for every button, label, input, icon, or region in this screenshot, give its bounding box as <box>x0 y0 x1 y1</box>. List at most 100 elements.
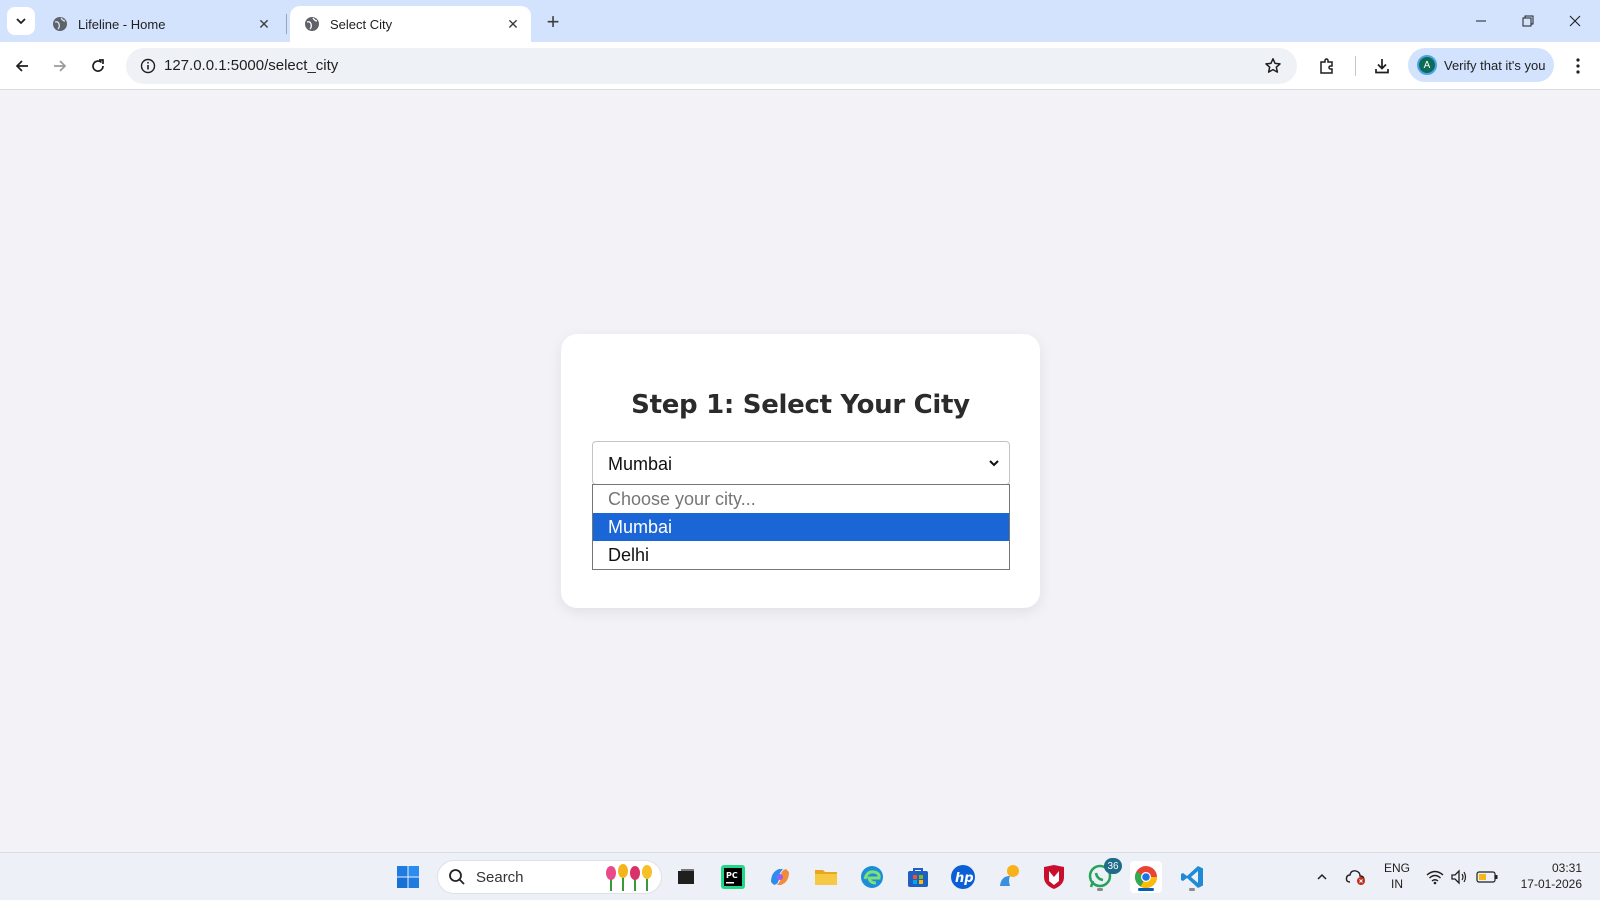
region-code: IN <box>1391 877 1403 891</box>
city-selection-card: Step 1: Select Your City Mumbai Choose y… <box>561 334 1040 608</box>
reload-button[interactable] <box>84 52 112 80</box>
forward-button[interactable] <box>46 52 74 80</box>
tab-search-button[interactable] <box>7 7 35 35</box>
option-delhi[interactable]: Delhi <box>593 541 1009 569</box>
notification-badge: 36 <box>1104 858 1122 874</box>
verify-label: Verify that it's you <box>1444 57 1546 73</box>
copilot-icon <box>771 869 789 885</box>
restore-button[interactable] <box>1505 6 1551 36</box>
bookmark-star-icon[interactable] <box>1261 54 1285 78</box>
tulips-icon <box>603 863 655 891</box>
close-window-button[interactable] <box>1552 6 1598 36</box>
start-button[interactable] <box>392 861 424 893</box>
battery-status[interactable] <box>1474 861 1500 893</box>
pycharm-app[interactable]: PC <box>717 861 749 893</box>
profile-verify-button[interactable]: A Verify that it's you <box>1408 48 1554 82</box>
option-mumbai[interactable]: Mumbai <box>593 513 1009 541</box>
tab-title: Select City <box>330 16 393 32</box>
site-info-icon[interactable] <box>134 52 162 80</box>
arrow-right-icon <box>54 60 67 72</box>
close-icon <box>1569 15 1581 27</box>
edge-app[interactable] <box>856 861 888 893</box>
arrow-left-icon <box>15 60 28 72</box>
toolbar-divider <box>1355 56 1356 76</box>
back-button[interactable] <box>8 52 36 80</box>
globe-icon <box>304 16 320 32</box>
new-tab-button[interactable]: + <box>540 9 566 35</box>
minimize-icon <box>1476 20 1486 22</box>
city-options-list: Choose your city... Mumbai Delhi <box>592 484 1010 570</box>
whatsapp-app[interactable]: 36 <box>1084 858 1122 893</box>
download-icon <box>1375 59 1389 74</box>
windows-logo-icon <box>397 866 419 888</box>
close-tab-icon[interactable]: ✕ <box>503 14 523 34</box>
search-label: Search <box>476 868 524 886</box>
show-hidden-icons-button[interactable] <box>1308 861 1336 893</box>
clock[interactable]: 03:31 17-01-2026 <box>1510 860 1582 892</box>
store-app[interactable] <box>902 861 934 893</box>
tab-lifeline-home[interactable]: Lifeline - Home ✕ <box>38 6 282 42</box>
kebab-menu-icon <box>1576 58 1580 74</box>
speaker-icon <box>1451 869 1467 885</box>
chevron-down-icon <box>16 18 26 25</box>
chrome-icon <box>1135 866 1157 888</box>
task-view-icon <box>678 869 694 884</box>
vscode-icon <box>1181 866 1203 888</box>
store-icon <box>908 868 928 887</box>
chrome-app[interactable] <box>1130 861 1162 893</box>
minimize-button[interactable] <box>1458 6 1504 36</box>
avatar: A <box>1417 55 1437 75</box>
file-explorer-app[interactable] <box>810 861 842 893</box>
option-placeholder[interactable]: Choose your city... <box>593 485 1009 513</box>
tab-select-city[interactable]: Select City ✕ <box>290 6 531 42</box>
svg-text:hp: hp <box>955 871 974 886</box>
pycharm-icon: PC <box>721 865 745 889</box>
vscode-app[interactable] <box>1176 861 1208 893</box>
running-indicator <box>1097 888 1103 891</box>
menu-button[interactable] <box>1564 52 1592 80</box>
cloud-error-icon <box>1345 870 1365 885</box>
address-bar[interactable]: 127.0.0.1:5000/select_city <box>126 48 1297 84</box>
volume-status[interactable] <box>1448 861 1470 893</box>
language-code: ENG <box>1383 861 1410 875</box>
weather-icon <box>1000 865 1019 886</box>
extensions-button[interactable] <box>1313 52 1341 80</box>
mcafee-app[interactable] <box>1038 861 1070 893</box>
url-text[interactable]: 127.0.0.1:5000/select_city <box>164 57 338 74</box>
mcafee-shield-icon <box>1044 865 1064 889</box>
reload-icon <box>92 59 104 72</box>
tab-title: Lifeline - Home <box>78 16 166 32</box>
copilot-app[interactable] <box>764 861 796 893</box>
city-select-value: Mumbai <box>608 454 673 474</box>
browser-tab-strip: Lifeline - Home ✕ Select City ✕ + <box>0 0 1600 42</box>
clock-time: 03:31 <box>1551 861 1582 875</box>
windows-taskbar: Search PC hp 36 ENG IN 03:31 17-01-2026 <box>0 852 1600 900</box>
active-indicator <box>1138 888 1154 891</box>
battery-icon <box>1476 871 1498 883</box>
taskbar-search[interactable]: Search <box>437 860 662 894</box>
wifi-status[interactable] <box>1424 861 1446 893</box>
restore-icon <box>1522 15 1534 27</box>
folder-icon <box>815 870 837 885</box>
running-indicator <box>1189 888 1195 891</box>
browser-toolbar: 127.0.0.1:5000/select_city A Verify that… <box>0 42 1600 90</box>
page-title: Step 1: Select Your City <box>631 390 970 420</box>
hp-icon: hp <box>951 865 975 889</box>
downloads-button[interactable] <box>1368 52 1396 80</box>
close-tab-icon[interactable]: ✕ <box>254 14 274 34</box>
onedrive-status[interactable] <box>1342 861 1370 893</box>
hp-app[interactable]: hp <box>947 861 979 893</box>
tab-separator <box>286 14 287 34</box>
edge-icon <box>861 866 883 888</box>
globe-icon <box>52 16 68 32</box>
task-view-button[interactable] <box>670 861 702 893</box>
puzzle-icon <box>1320 58 1333 74</box>
chevron-down-icon <box>987 456 1001 470</box>
city-select[interactable]: Mumbai <box>592 441 1010 485</box>
weather-app[interactable] <box>993 861 1025 893</box>
search-icon <box>448 868 466 886</box>
language-indicator[interactable]: ENG IN <box>1380 860 1414 892</box>
wifi-icon <box>1426 870 1444 885</box>
chevron-up-icon <box>1317 873 1327 880</box>
svg-text:PC: PC <box>726 871 738 880</box>
